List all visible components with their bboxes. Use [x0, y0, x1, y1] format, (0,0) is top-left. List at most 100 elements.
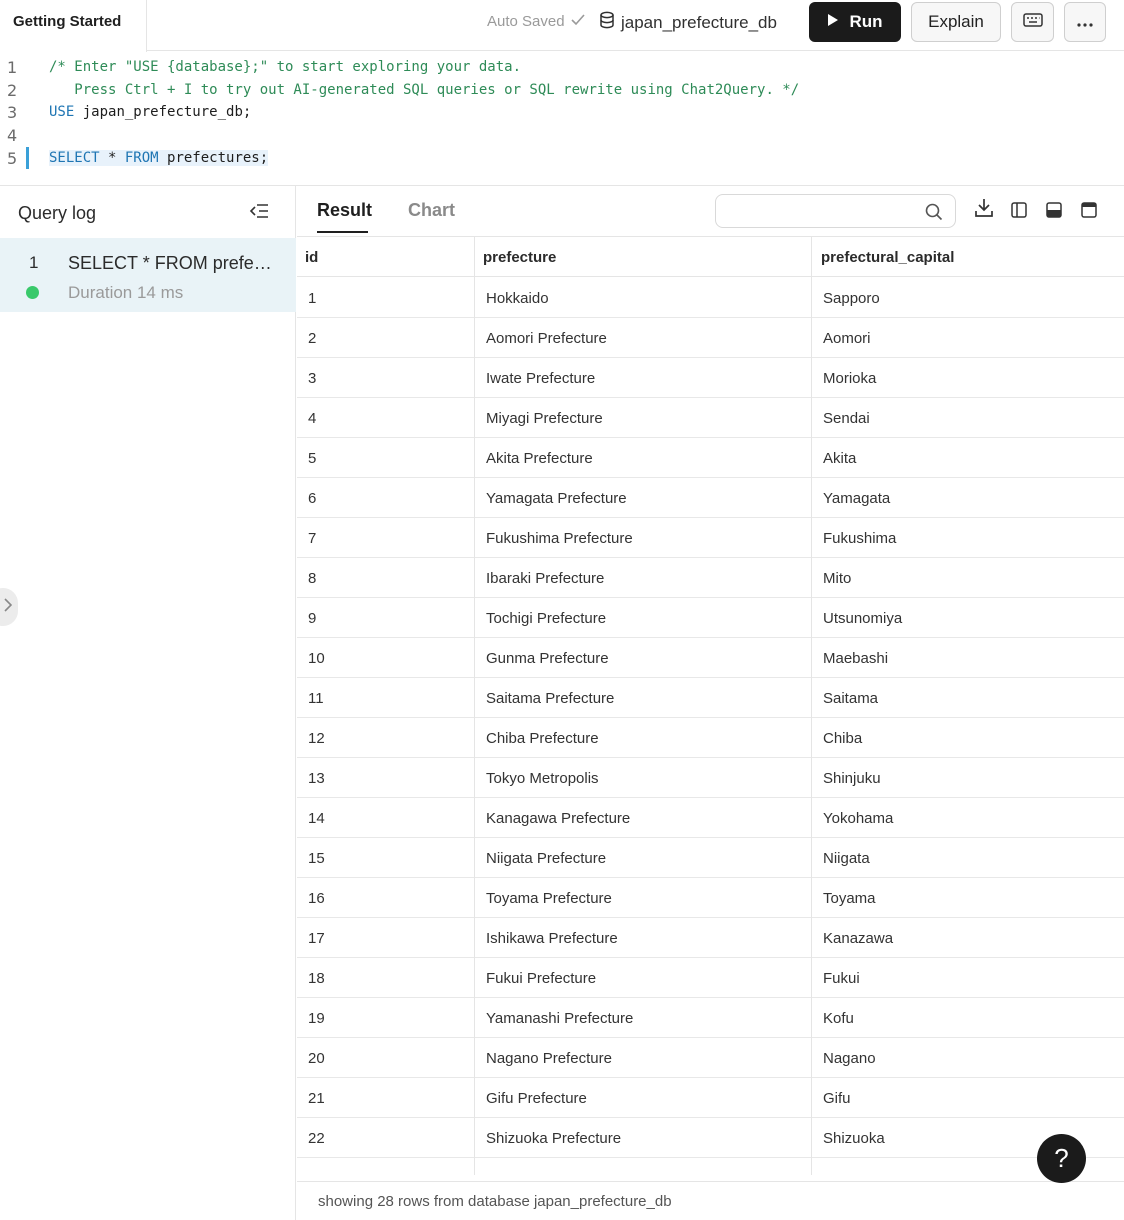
- table-cell: Akita Prefecture: [486, 449, 593, 467]
- tab-getting-started[interactable]: Getting Started: [0, 0, 147, 52]
- table-row[interactable]: 5 Akita Prefecture Akita: [297, 438, 1124, 478]
- search-input[interactable]: [726, 196, 926, 226]
- table-row[interactable]: 11 Saitama Prefecture Saitama: [297, 678, 1124, 718]
- table-cell: Niigata Prefecture: [486, 849, 607, 867]
- collapse-panel-icon[interactable]: [249, 202, 269, 225]
- ellipsis-icon: [1076, 12, 1094, 32]
- table-cell: Shinjuku: [823, 769, 881, 787]
- table-cell: Maebashi: [823, 649, 889, 667]
- editor-line-current: 5 SELECT * FROM prefectures;: [0, 147, 1124, 169]
- table-row[interactable]: 12 Chiba Prefecture Chiba: [297, 718, 1124, 758]
- table-row[interactable]: 9 Tochigi Prefecture Utsunomiya: [297, 598, 1124, 638]
- table-row[interactable]: 6 Yamagata Prefecture Yamagata: [297, 478, 1124, 518]
- query-log-item[interactable]: 1 SELECT * FROM prefectures; Duration 14…: [0, 238, 296, 312]
- table-row[interactable]: 19 Yamanashi Prefecture Kofu: [297, 998, 1124, 1038]
- table-cell: Nagano: [823, 1049, 876, 1067]
- table-row[interactable]: 21 Gifu Prefecture Gifu: [297, 1078, 1124, 1118]
- table-cell: Saitama: [823, 689, 879, 707]
- chevron-right-icon: [4, 597, 13, 617]
- run-button[interactable]: Run: [809, 2, 901, 42]
- table-cell: Aomori: [823, 329, 871, 347]
- table-row[interactable]: 3 Iwate Prefecture Morioka: [297, 358, 1124, 398]
- table-row[interactable]: 7 Fukushima Prefecture Fukushima: [297, 518, 1124, 558]
- column-header-id[interactable]: id: [305, 237, 475, 277]
- table-row[interactable]: 17 Ishikawa Prefecture Kanazawa: [297, 918, 1124, 958]
- result-search: [715, 194, 956, 228]
- table-cell: 21: [308, 1089, 325, 1107]
- table-row[interactable]: 13 Tokyo Metropolis Shinjuku: [297, 758, 1124, 798]
- code-mid: *: [99, 150, 125, 166]
- split-horizontal-icon[interactable]: [1046, 202, 1062, 223]
- check-icon: [570, 13, 585, 30]
- database-selector[interactable]: japan_prefecture_db: [599, 11, 777, 34]
- table-cell: 8: [308, 569, 317, 587]
- code-text: /* Enter "USE {database};" to start expl…: [49, 59, 522, 75]
- tab-result[interactable]: Result: [317, 200, 372, 221]
- table-cell: 12: [308, 729, 325, 747]
- run-label: Run: [849, 12, 883, 31]
- table-row[interactable]: 8 Ibaraki Prefecture Mito: [297, 558, 1124, 598]
- table-cell: 19: [308, 1009, 325, 1027]
- table-cell: 15: [308, 849, 325, 867]
- table-cell: 22: [308, 1129, 325, 1147]
- split-vertical-icon[interactable]: [1011, 202, 1027, 223]
- table-row[interactable]: 16 Toyama Prefecture Toyama: [297, 878, 1124, 918]
- table-header: id prefecture prefectural_capital: [297, 237, 1124, 277]
- line-number: 3: [7, 102, 18, 122]
- table-cell: 18: [308, 969, 325, 987]
- column-header-prefectural-capital[interactable]: prefectural_capital: [821, 237, 1121, 277]
- table-cell: 11: [308, 689, 324, 707]
- current-line-marker: [26, 147, 29, 169]
- query-duration: Duration 14 ms: [68, 283, 184, 302]
- table-cell: Ibaraki Prefecture: [486, 569, 605, 587]
- table-cell: Niigata: [823, 849, 870, 867]
- result-table: id prefecture prefectural_capital 1 Hokka…: [297, 237, 1124, 1175]
- more-options-button[interactable]: [1064, 2, 1106, 42]
- table-row[interactable]: 22 Shizuoka Prefecture Shizuoka: [297, 1118, 1124, 1158]
- table-cell: 2: [308, 329, 317, 347]
- column-divider: [811, 237, 812, 1175]
- table-row[interactable]: 2 Aomori Prefecture Aomori: [297, 318, 1124, 358]
- editor-line: 1 /* Enter "USE {database};" to start ex…: [0, 56, 1124, 78]
- keyword: USE: [49, 104, 75, 120]
- table-cell: Utsunomiya: [823, 609, 903, 627]
- code-text: Press Ctrl + I to try out AI-generated S…: [49, 82, 800, 98]
- table-row[interactable]: 4 Miyagi Prefecture Sendai: [297, 398, 1124, 438]
- play-icon: [827, 12, 839, 32]
- tab-chart[interactable]: Chart: [408, 200, 455, 221]
- results-area: Query log 1 SELECT * FROM prefectures; D…: [0, 185, 1124, 1220]
- table-row[interactable]: 15 Niigata Prefecture Niigata: [297, 838, 1124, 878]
- table-cell: 20: [308, 1049, 325, 1067]
- table-cell: Yokohama: [823, 809, 894, 827]
- editor-line: 3 USE japan_prefecture_db;: [0, 101, 1124, 123]
- search-icon[interactable]: [925, 203, 943, 226]
- table-cell: 13: [308, 769, 325, 787]
- table-cell: Yamagata Prefecture: [486, 489, 627, 507]
- column-header-prefecture[interactable]: prefecture: [483, 237, 813, 277]
- table-row[interactable]: 14 Kanagawa Prefecture Yokohama: [297, 798, 1124, 838]
- table-row[interactable]: 1 Hokkaido Sapporo: [297, 278, 1124, 318]
- table-cell: Yamanashi Prefecture: [486, 1009, 634, 1027]
- download-icon[interactable]: [975, 198, 993, 223]
- table-cell: Sapporo: [823, 289, 880, 307]
- table-row[interactable]: 10 Gunma Prefecture Maebashi: [297, 638, 1124, 678]
- keyboard-shortcuts-button[interactable]: [1011, 2, 1054, 42]
- help-button[interactable]: ?: [1037, 1134, 1086, 1183]
- table-row[interactable]: 18 Fukui Prefecture Fukui: [297, 958, 1124, 998]
- explain-button[interactable]: Explain: [911, 2, 1001, 42]
- auto-saved-status: Auto Saved: [487, 13, 585, 30]
- table-cell: Yamagata: [823, 489, 891, 507]
- query-log-text: SELECT * FROM prefectures;: [68, 253, 278, 273]
- table-row[interactable]: 20 Nagano Prefecture Nagano: [297, 1038, 1124, 1078]
- line-number: 1: [7, 57, 18, 77]
- sql-editor[interactable]: 1 /* Enter "USE {database};" to start ex…: [0, 52, 1124, 185]
- editor-line: 4: [0, 124, 1124, 146]
- result-panel: Result Chart id prefecture prefectural_c…: [297, 186, 1124, 1220]
- maximize-panel-icon[interactable]: [1081, 202, 1097, 223]
- table-cell: Toyama Prefecture: [486, 889, 612, 907]
- table-cell: Fukui: [823, 969, 860, 987]
- line-number: 4: [7, 125, 18, 145]
- table-cell: Morioka: [823, 369, 877, 387]
- expand-sidebar-button[interactable]: [0, 588, 18, 626]
- success-status-dot: [26, 286, 39, 299]
